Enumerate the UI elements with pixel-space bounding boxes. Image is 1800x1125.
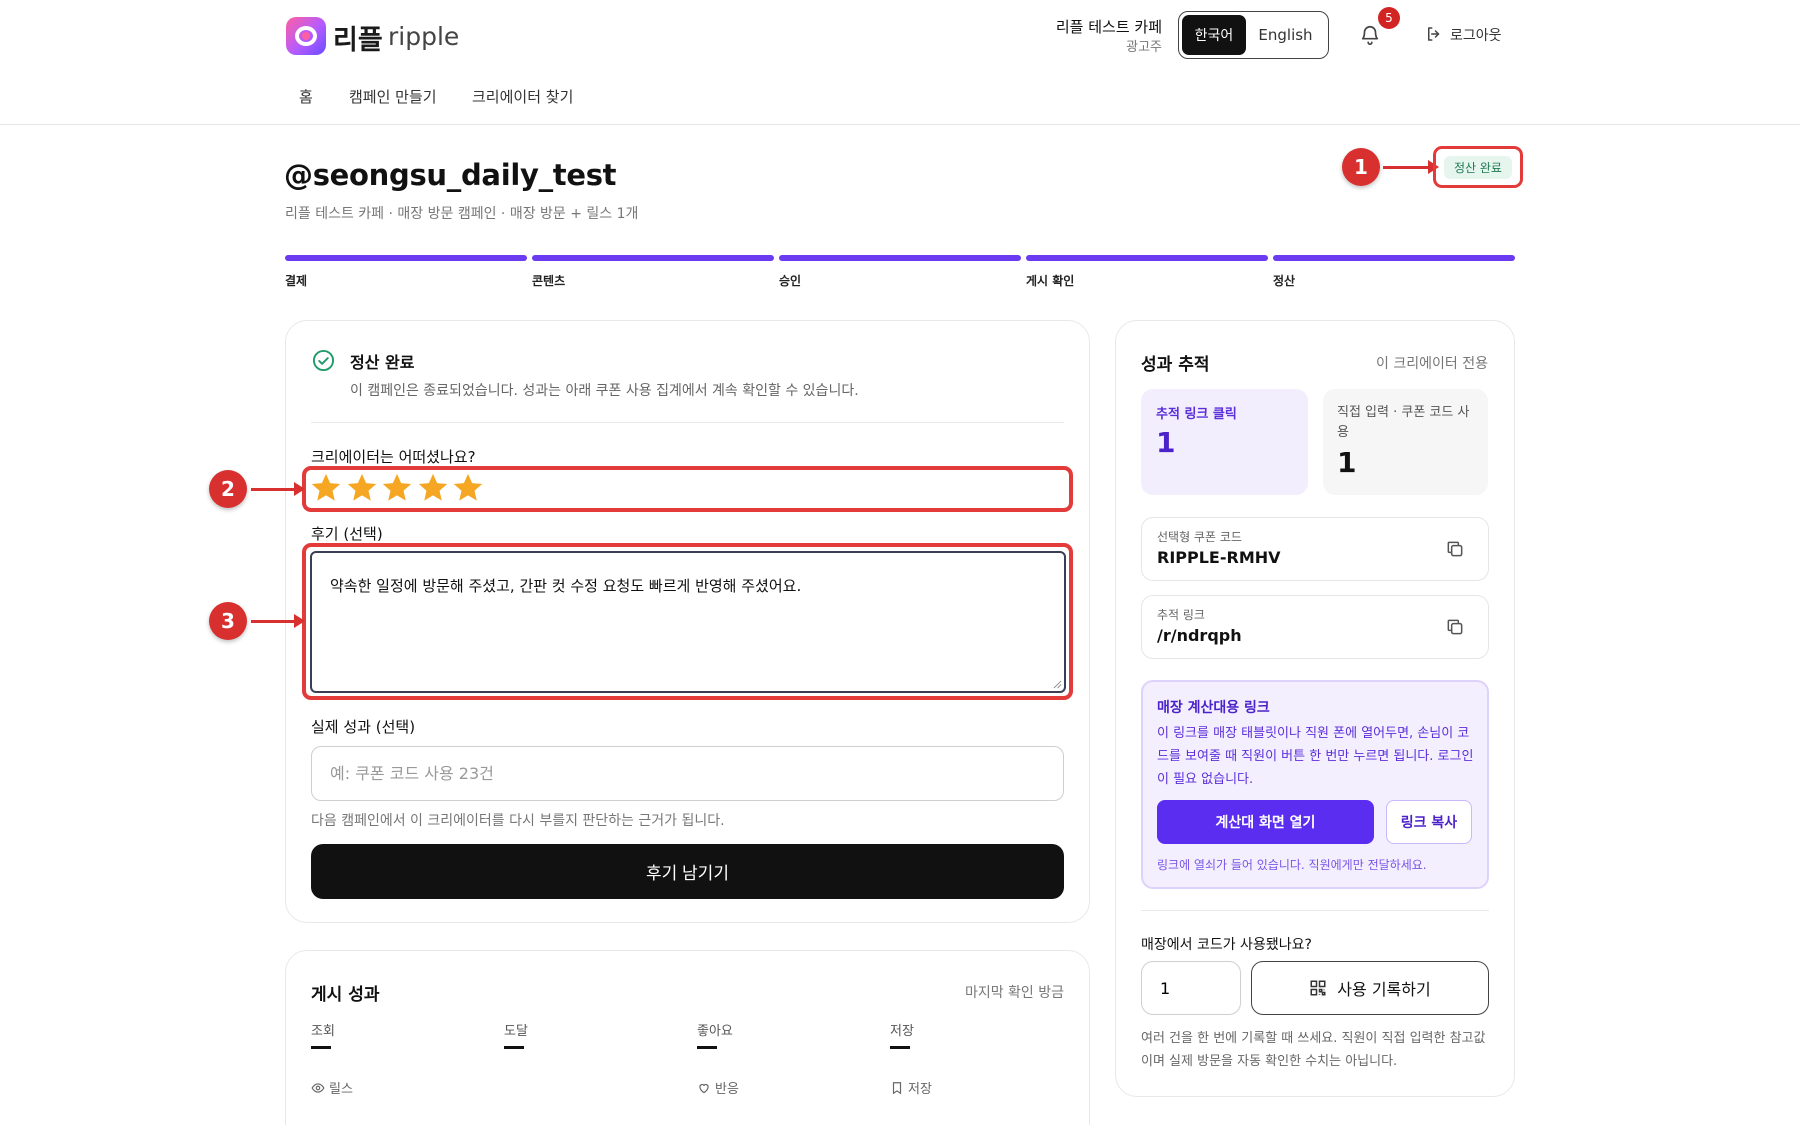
metric-saves-sub: 저장 [890,1078,932,1097]
step-label-settlement: 정산 [1273,274,1296,288]
callout-1-arrow [1383,160,1439,174]
status-badge: 정산 완료 [1444,156,1512,179]
tracking-meta: 이 크리에이터 전용 [1376,356,1488,372]
brand-logo-icon[interactable] [286,17,326,55]
callout-3-badge: 3 [209,602,247,640]
header-divider [0,124,1800,125]
nav-find-creator[interactable]: 크리에이터 찾기 [472,86,573,107]
eye-icon [311,1082,325,1093]
pos-link-desc: 이 링크를 매장 태블릿이나 직원 폰에 열어두면, 손님이 코드를 보여줄 때… [1157,726,1474,787]
logout-link[interactable]: 로그아웃 [1450,25,1502,45]
account-name: 리플 테스트 카페 [1055,18,1162,36]
clicks-label: 추적 링크 클릭 [1156,407,1237,422]
clicks-value: 1 [1156,426,1176,459]
metric-saves-label: 저장 [890,1024,914,1039]
pos-link-note: 링크에 열쇠가 들어 있습니다. 직원에게만 전달하세요. [1157,858,1427,872]
resize-grip-icon[interactable] [1053,680,1062,689]
performance-input[interactable] [311,746,1064,801]
tracking-link-label: 추적 링크 [1157,608,1205,622]
direct-use-value: 1 [1337,446,1357,479]
metric-saves-sub-label: 저장 [908,1082,932,1097]
open-pos-screen-button[interactable]: 계산대 화면 열기 [1157,800,1374,844]
performance-label: 실제 성과 (선택) [311,718,416,736]
metric-likes-label: 좋아요 [697,1024,733,1039]
pos-link-title: 매장 계산대용 링크 [1157,700,1270,716]
notification-count-badge: 5 [1378,7,1400,29]
direct-use-label: 직접 입력 · 쿠폰 코드 사용 [1337,405,1470,440]
lang-english-button[interactable]: English [1246,15,1325,55]
post-performance-meta: 마지막 확인 방금 [964,985,1064,1001]
usage-quantity-input[interactable] [1141,961,1241,1015]
usage-question: 매장에서 코드가 사용됐나요? [1141,937,1312,953]
metric-views-sub-label: 릴스 [329,1082,353,1097]
step-bar-content [532,255,774,261]
step-label-payment: 결제 [285,274,308,288]
star-icon[interactable] [451,471,485,505]
step-label-content: 콘텐츠 [532,274,566,288]
review-divider [311,422,1064,423]
tracking-title: 성과 추적 [1141,355,1210,375]
metric-views-value [311,1046,331,1049]
account-role: 광고주 [1126,40,1162,55]
lang-korean-button[interactable]: 한국어 [1182,15,1246,55]
metric-saves-value [890,1046,910,1049]
star-icon[interactable] [380,471,414,505]
step-bar-payment [285,255,527,261]
step-label-post-check: 게시 확인 [1026,274,1075,288]
nav-create-campaign[interactable]: 캠페인 만들기 [349,86,437,107]
heart-icon [699,1083,709,1093]
callout-2-arrow [251,482,305,496]
review-textarea[interactable]: 약속한 일정에 방문해 주셨고, 간판 컷 수정 요청도 빠르게 반영해 주셨어… [310,551,1066,693]
star-icon[interactable] [345,471,379,505]
page-subtitle: 리플 테스트 카페 · 매장 방문 캠페인 · 매장 방문 + 릴스 1개 [285,206,639,222]
copy-icon[interactable] [1445,539,1465,559]
callout-3-arrow [251,614,305,628]
metric-likes-sub: 반응 [697,1078,739,1097]
step-label-approval: 승인 [779,274,802,288]
metric-likes-value [697,1046,717,1049]
review-label: 후기 (선택) [311,525,383,543]
metric-likes-sub-label: 반응 [715,1082,739,1097]
metric-reach-label: 도달 [504,1024,528,1039]
language-switcher: 한국어 English [1178,11,1329,59]
bookmark-icon [892,1081,902,1094]
submit-review-button[interactable]: 후기 남기기 [311,844,1064,899]
callout-1-badge: 1 [1342,148,1380,186]
rating-question: 크리에이터는 어떠셨나요? [311,448,476,466]
usage-note: 여러 건을 한 번에 기록할 때 쓰세요. 직원이 직접 입력한 참고값이며 실… [1141,1031,1486,1069]
step-bar-approval [779,255,1021,261]
metric-views-label: 조회 [311,1024,335,1039]
post-performance-card [285,950,1090,1125]
step-bar-post-check [1026,255,1268,261]
record-usage-button[interactable]: 사용 기록하기 [1251,961,1489,1015]
record-usage-label: 사용 기록하기 [1337,980,1431,999]
brand-name-en[interactable]: ripple [388,22,459,51]
step-bar-settlement [1273,255,1515,261]
star-icon[interactable] [309,471,343,505]
brand-name-ko[interactable]: 리플 [333,18,383,57]
performance-help: 다음 캠페인에서 이 크리에이터를 다시 부를지 판단하는 근거가 됩니다. [311,813,725,829]
page-title: @seongsu_daily_test [284,158,617,192]
coupon-code-label: 선택형 쿠폰 코드 [1157,530,1242,544]
coupon-code-value: RIPPLE-RMHV [1157,548,1281,567]
tracking-link-value: /r/ndrqph [1157,626,1242,645]
copy-icon[interactable] [1445,617,1465,637]
check-circle-icon [312,349,335,372]
post-performance-title: 게시 성과 [311,985,380,1005]
star-icon[interactable] [416,471,450,505]
settlement-done-desc: 이 캠페인은 종료되었습니다. 성과는 아래 쿠폰 사용 집계에서 계속 확인할… [350,383,859,399]
copy-pos-link-button[interactable]: 링크 복사 [1386,800,1472,844]
logout-icon[interactable] [1425,25,1443,43]
nav-home[interactable]: 홈 [299,86,313,107]
metric-reach-value [504,1046,524,1049]
bell-icon[interactable] [1359,23,1381,47]
metric-views-sub: 릴스 [311,1078,353,1097]
callout-2-badge: 2 [209,470,247,508]
qr-code-icon [1310,980,1326,996]
settlement-done-title: 정산 완료 [350,353,415,372]
tracking-divider [1141,910,1489,911]
